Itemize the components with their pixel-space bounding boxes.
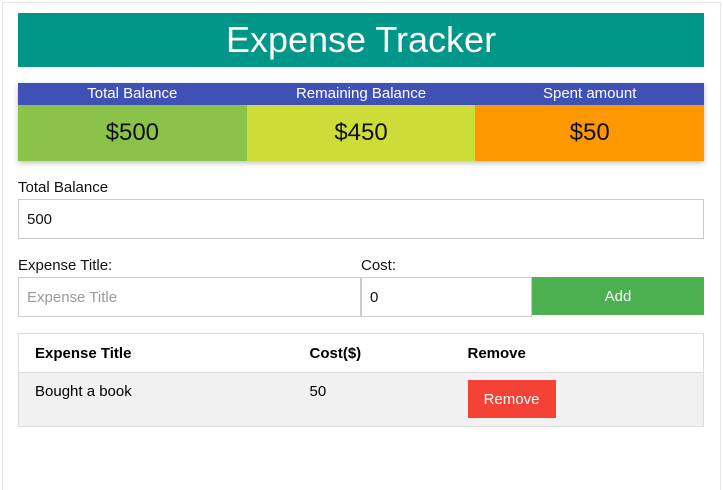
spent-amount-card: Spent amount $50 (475, 83, 705, 161)
column-header-title: Expense Title (35, 345, 132, 362)
total-balance-input[interactable] (18, 199, 704, 239)
cost-label: Cost: (361, 257, 397, 274)
page-title: Expense Tracker (18, 13, 704, 67)
expense-table: Expense Title Cost($) Remove Bought a bo… (18, 333, 704, 427)
column-header-remove: Remove (467, 345, 526, 362)
spent-amount-card-value: $50 (475, 105, 705, 161)
remove-expense-button[interactable]: Remove (467, 380, 556, 418)
total-balance-label: Total Balance (18, 179, 109, 196)
expense-title-label: Expense Title: (18, 257, 113, 274)
expense-title-cell: Bought a book (35, 383, 132, 400)
column-header-cost: Cost($) (309, 345, 362, 362)
add-expense-button[interactable]: Add (532, 277, 704, 315)
total-balance-card-value: $500 (18, 105, 247, 161)
expense-cost-cell: 50 (309, 383, 327, 400)
total-balance-card-label: Total Balance (18, 83, 247, 105)
table-header-row: Expense Title Cost($) Remove (18, 333, 704, 373)
remaining-balance-card-label: Remaining Balance (246, 83, 476, 105)
expense-action-cell: Remove (452, 373, 704, 427)
table-row: Bought a book 50 Remove (18, 372, 704, 427)
spent-amount-card-label: Spent amount (475, 83, 705, 105)
cost-input[interactable] (361, 277, 532, 317)
expense-title-input[interactable] (18, 277, 361, 317)
total-balance-card: Total Balance $500 (18, 83, 247, 161)
remaining-balance-card-value: $450 (246, 105, 476, 161)
balance-summary: Total Balance $500 Remaining Balance $45… (18, 83, 705, 161)
remaining-balance-card: Remaining Balance $450 (246, 83, 476, 161)
